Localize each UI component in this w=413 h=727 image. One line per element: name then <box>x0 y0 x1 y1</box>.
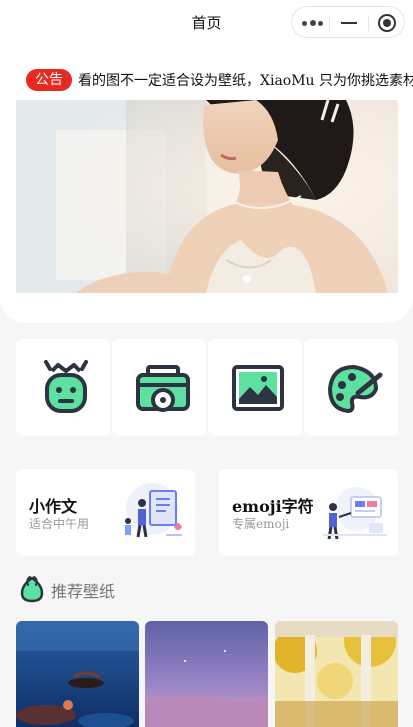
picture-icon <box>232 365 284 411</box>
feature-subtitle: 适合中午用 <box>29 517 90 531</box>
tool-camera[interactable] <box>112 339 206 436</box>
leaf-icon <box>20 576 44 603</box>
banner-image <box>16 100 398 293</box>
feature-essay[interactable]: 小作文 适合中午用 <box>16 469 195 556</box>
wallpaper-tile[interactable] <box>275 621 398 727</box>
tool-palette[interactable] <box>304 339 398 436</box>
tool-robot[interactable] <box>16 339 110 436</box>
header-card: 公告 看的图不一定适合设为壁纸，XiaoMu 只为你挑选素材 <box>0 50 413 323</box>
carousel-dot[interactable] <box>243 275 251 283</box>
feature-title: 小作文 <box>29 497 78 516</box>
notice-text: 看的图不一定适合设为壁纸，XiaoMu 只为你挑选素材 <box>78 73 413 89</box>
tool-picture[interactable] <box>208 339 302 436</box>
wallpaper-image <box>275 621 398 727</box>
feature-subtitle: 专属emoji <box>232 517 290 531</box>
minimize-icon[interactable] <box>341 22 357 24</box>
notice-tag: 公告 <box>26 69 72 91</box>
section-title: 推荐壁纸 <box>51 582 116 601</box>
people-illustration <box>323 487 387 540</box>
banner-carousel[interactable] <box>16 100 398 293</box>
feature-title: emoji字符 <box>232 497 314 516</box>
robot-icon <box>44 360 88 413</box>
palette-icon <box>328 365 383 413</box>
section-recommended: 推荐壁纸 <box>20 575 115 603</box>
close-target-icon[interactable] <box>378 14 396 32</box>
wallpaper-tile[interactable] <box>145 621 268 727</box>
wallpaper-image <box>16 621 139 727</box>
wallpaper-tile[interactable] <box>16 621 139 727</box>
people-illustration <box>125 483 182 538</box>
capsule-menu <box>291 6 405 38</box>
notice-bar[interactable]: 公告 看的图不一定适合设为壁纸，XiaoMu 只为你挑选素材 <box>0 67 413 93</box>
wallpaper-image <box>145 621 268 727</box>
more-icon[interactable] <box>302 16 323 30</box>
feature-emoji[interactable]: emoji字符 专属emoji <box>219 469 398 556</box>
camera-icon <box>136 365 190 412</box>
nav-bar: 首页 <box>0 0 413 50</box>
